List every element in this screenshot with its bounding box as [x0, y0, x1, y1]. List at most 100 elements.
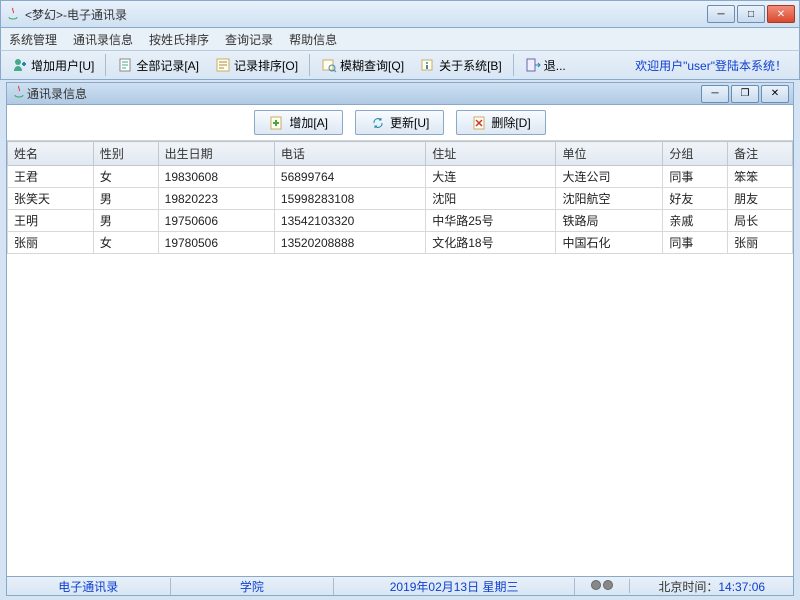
statusbar: 电子通讯录 学院 2019年02月13日 星期三 北京时间：14:37:06: [6, 576, 794, 596]
table-cell: 同事: [663, 232, 728, 254]
toolbar-divider: [309, 54, 310, 76]
all-records-button[interactable]: 全部记录[A]: [110, 54, 206, 77]
inner-window-controls: ─ ❐ ✕: [701, 85, 789, 103]
table-cell: 沈阳航空: [556, 188, 663, 210]
table-cell: 王君: [8, 166, 94, 188]
delete-record-button[interactable]: 删除[D]: [456, 110, 545, 135]
table-cell: 中国石化: [556, 232, 663, 254]
contact-table: 姓名性别出生日期电话住址单位分组备注 王君女1983060856899764大连…: [7, 141, 793, 254]
add-record-button[interactable]: 增加[A]: [254, 110, 343, 135]
menu-query[interactable]: 查询记录: [221, 29, 277, 50]
table-cell: 铁路局: [556, 210, 663, 232]
table-cell: 13542103320: [274, 210, 425, 232]
menu-system[interactable]: 系统管理: [5, 29, 61, 50]
toolbar-divider: [105, 54, 106, 76]
status-org: 学院: [171, 578, 335, 595]
table-cell: 男: [93, 188, 158, 210]
menu-help[interactable]: 帮助信息: [285, 29, 341, 50]
table-row[interactable]: 王君女1983060856899764大连大连公司同事笨笨: [8, 166, 793, 188]
add-user-button[interactable]: 增加用户[U]: [5, 54, 101, 77]
inner-close-button[interactable]: ✕: [761, 85, 789, 103]
all-records-label: 全部记录[A]: [136, 57, 199, 74]
table-cell: 女: [93, 166, 158, 188]
java-icon: [11, 84, 27, 103]
table-cell: 19780506: [158, 232, 274, 254]
column-header[interactable]: 出生日期: [158, 142, 274, 166]
window-controls: ─ □ ✕: [707, 5, 795, 23]
welcome-text: 欢迎用户"user"登陆本系统！: [635, 57, 795, 74]
column-header[interactable]: 住址: [426, 142, 556, 166]
table-cell: 同事: [663, 166, 728, 188]
table-cell: 局长: [728, 210, 793, 232]
exit-label: 退...: [544, 57, 566, 74]
refresh-icon: [370, 115, 386, 131]
update-record-label: 更新[U]: [390, 114, 429, 131]
table-container[interactable]: 姓名性别出生日期电话住址单位分组备注 王君女1983060856899764大连…: [7, 141, 793, 576]
contact-list-window: 通讯录信息 ─ ❐ ✕ 增加[A] 更新[U] 删除[D] 姓名性别出生日期电话…: [6, 82, 794, 577]
table-cell: 15998283108: [274, 188, 425, 210]
table-cell: 19750606: [158, 210, 274, 232]
table-cell: 王明: [8, 210, 94, 232]
table-row[interactable]: 张笑天男1982022315998283108沈阳沈阳航空好友朋友: [8, 188, 793, 210]
inner-maximize-button[interactable]: ❐: [731, 85, 759, 103]
action-row: 增加[A] 更新[U] 删除[D]: [7, 105, 793, 141]
table-cell: 笨笨: [728, 166, 793, 188]
sort-records-label: 记录排序[O]: [234, 57, 298, 74]
table-cell: 19830608: [158, 166, 274, 188]
menubar: 系统管理 通讯录信息 按姓氏排序 查询记录 帮助信息: [0, 28, 800, 50]
table-cell: 大连: [426, 166, 556, 188]
column-header[interactable]: 性别: [93, 142, 158, 166]
window-title: <梦幻>-电子通讯录: [25, 6, 707, 23]
toolbar: 增加用户[U] 全部记录[A] 记录排序[O] 模糊查询[Q] 关于系统[B] …: [0, 50, 800, 80]
add-user-label: 增加用户[U]: [31, 57, 94, 74]
menu-contact-info[interactable]: 通讯录信息: [69, 29, 137, 50]
table-cell: 中华路25号: [426, 210, 556, 232]
minimize-button[interactable]: ─: [707, 5, 735, 23]
column-header[interactable]: 分组: [663, 142, 728, 166]
sort-records-button[interactable]: 记录排序[O]: [208, 54, 305, 77]
table-cell: 好友: [663, 188, 728, 210]
status-indicators: [575, 579, 630, 593]
inner-titlebar: 通讯录信息 ─ ❐ ✕: [7, 83, 793, 105]
main-titlebar: <梦幻>-电子通讯录 ─ □ ✕: [0, 0, 800, 28]
sort-icon: [215, 57, 231, 73]
delete-icon: [471, 115, 487, 131]
column-header[interactable]: 电话: [274, 142, 425, 166]
fuzzy-query-label: 模糊查询[Q]: [340, 57, 404, 74]
search-icon: [321, 57, 337, 73]
update-record-button[interactable]: 更新[U]: [355, 110, 444, 135]
status-time-label: 北京时间：: [658, 580, 718, 594]
table-cell: 沈阳: [426, 188, 556, 210]
menu-sort-by-name[interactable]: 按姓氏排序: [145, 29, 213, 50]
table-cell: 朋友: [728, 188, 793, 210]
exit-button[interactable]: 退...: [518, 54, 573, 77]
status-time: 北京时间：14:37:06: [630, 578, 793, 595]
add-icon: [269, 115, 285, 131]
exit-icon: [525, 57, 541, 73]
table-cell: 大连公司: [556, 166, 663, 188]
inner-minimize-button[interactable]: ─: [701, 85, 729, 103]
table-cell: 56899764: [274, 166, 425, 188]
toolbar-divider: [513, 54, 514, 76]
column-header[interactable]: 备注: [728, 142, 793, 166]
about-button[interactable]: 关于系统[B]: [413, 54, 509, 77]
table-row[interactable]: 张丽女1978050613520208888文化路18号中国石化同事张丽: [8, 232, 793, 254]
document-icon: [117, 57, 133, 73]
close-button[interactable]: ✕: [767, 5, 795, 23]
column-header[interactable]: 姓名: [8, 142, 94, 166]
about-label: 关于系统[B]: [439, 57, 502, 74]
fuzzy-query-button[interactable]: 模糊查询[Q]: [314, 54, 411, 77]
indicator-dot-icon: [591, 580, 601, 590]
table-cell: 亲戚: [663, 210, 728, 232]
table-row[interactable]: 王明男1975060613542103320中华路25号铁路局亲戚局长: [8, 210, 793, 232]
table-cell: 男: [93, 210, 158, 232]
maximize-button[interactable]: □: [737, 5, 765, 23]
status-app-name: 电子通讯录: [7, 578, 171, 595]
delete-record-label: 删除[D]: [491, 114, 530, 131]
java-icon: [5, 6, 21, 22]
table-cell: 张丽: [728, 232, 793, 254]
add-record-label: 增加[A]: [289, 114, 328, 131]
table-cell: 13520208888: [274, 232, 425, 254]
column-header[interactable]: 单位: [556, 142, 663, 166]
table-cell: 张笑天: [8, 188, 94, 210]
